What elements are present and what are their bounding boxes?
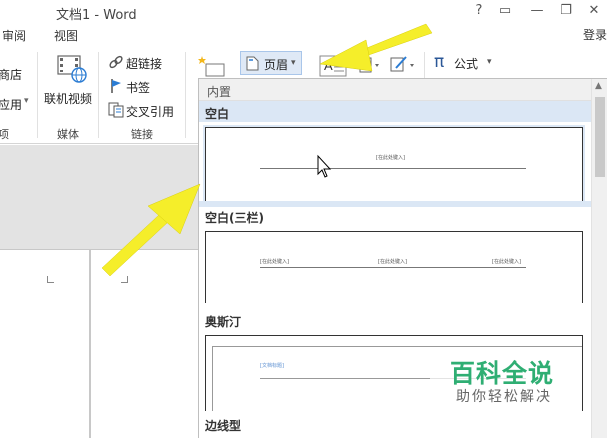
close-icon[interactable]: ✕ bbox=[583, 3, 605, 18]
my-apps-button[interactable]: 应用 bbox=[0, 96, 22, 113]
minimize-icon[interactable]: — bbox=[526, 3, 548, 18]
placeholder-text: [在此处键入] bbox=[376, 155, 405, 161]
header-dropdown-icon: ▾ bbox=[291, 58, 296, 68]
title-bar: 文档1 - Word ? ▭ — ❐ ✕ bbox=[0, 0, 607, 24]
gallery-item-title: 边线型 bbox=[205, 419, 242, 433]
header-page-icon bbox=[246, 56, 259, 71]
group-divider bbox=[37, 52, 38, 138]
equation-dropdown-icon[interactable]: ▾ bbox=[487, 57, 492, 67]
page-margin-corner bbox=[121, 276, 128, 283]
tab-review[interactable]: 审阅 bbox=[2, 27, 26, 44]
online-video-button[interactable]: 联机视频 bbox=[44, 90, 92, 107]
window-title: 文档1 - Word bbox=[56, 8, 137, 23]
cross-reference-button[interactable]: 交叉引用 bbox=[126, 103, 174, 120]
gallery-item-blank[interactable]: [在此处键入] bbox=[203, 125, 585, 204]
ribbon-display-options-icon[interactable]: ▭ bbox=[494, 3, 516, 18]
addins-group-label: 项 bbox=[0, 128, 9, 141]
gallery-item-highlight bbox=[199, 101, 591, 122]
equation-icon: π bbox=[434, 52, 445, 72]
gallery-category-label: 内置 bbox=[207, 85, 232, 99]
placeholder-text: [文档标题] bbox=[260, 363, 284, 369]
watermark-subtitle: 助你轻松解决 bbox=[456, 389, 552, 405]
gallery-item-title: 空白 bbox=[205, 107, 230, 121]
placeholder-text: [在此处键入] bbox=[378, 259, 407, 265]
gallery-item-title: 奥斯汀 bbox=[205, 315, 242, 329]
gallery-category-header: 内置 bbox=[199, 79, 591, 101]
tab-view[interactable]: 视图 bbox=[54, 27, 78, 44]
document-page[interactable] bbox=[0, 249, 90, 438]
placeholder-text: [在此处键入] bbox=[260, 259, 289, 265]
watermark-title: 百科全说 bbox=[450, 359, 555, 388]
gallery-item-title: 空白(三栏) bbox=[205, 211, 264, 225]
ribbon-tabs: 审阅 视图 登录 bbox=[0, 24, 607, 46]
my-apps-dropdown-icon[interactable]: ▾ bbox=[24, 96, 29, 106]
scroll-thumb[interactable] bbox=[595, 97, 605, 177]
group-divider bbox=[424, 52, 425, 80]
header-button[interactable]: 页眉 ▾ bbox=[240, 51, 302, 75]
svg-text:A: A bbox=[324, 58, 333, 73]
watermark: 百科全说 助你轻松解决 bbox=[430, 352, 580, 408]
links-group-label: 链接 bbox=[131, 128, 153, 141]
document-workspace bbox=[0, 145, 210, 438]
scroll-up-icon[interactable]: ▲ bbox=[595, 81, 602, 91]
group-divider bbox=[98, 52, 99, 138]
quick-parts-icon[interactable] bbox=[358, 56, 382, 78]
gallery-scrollbar[interactable]: ▲ bbox=[591, 79, 607, 438]
signature-line-icon[interactable] bbox=[388, 54, 418, 78]
gallery-item-highlight-bottom bbox=[199, 201, 591, 207]
document-page[interactable] bbox=[90, 249, 210, 438]
gallery-item-blank-three-columns[interactable]: [在此处键入] [在此处键入] [在此处键入] bbox=[205, 231, 583, 303]
group-divider bbox=[185, 52, 186, 138]
hyperlink-button[interactable]: 超链接 bbox=[126, 55, 162, 72]
header-rule bbox=[260, 267, 526, 268]
bookmark-icon bbox=[109, 78, 123, 98]
header-rule bbox=[260, 168, 526, 169]
media-group-label: 媒体 bbox=[57, 128, 79, 141]
restore-icon[interactable]: ❐ bbox=[555, 3, 577, 18]
help-icon[interactable]: ? bbox=[468, 3, 490, 18]
cross-reference-icon bbox=[108, 102, 124, 122]
equation-button[interactable]: 公式 bbox=[454, 55, 478, 72]
store-button[interactable]: 商店 bbox=[0, 66, 22, 83]
online-video-icon[interactable] bbox=[56, 54, 88, 84]
bookmark-button[interactable]: 书签 bbox=[126, 79, 150, 96]
sign-in-link[interactable]: 登录 bbox=[583, 26, 607, 43]
hyperlink-icon bbox=[108, 54, 124, 74]
header-button-label: 页眉 bbox=[264, 58, 289, 72]
page-margin-corner bbox=[47, 276, 54, 283]
placeholder-text: [在此处键入] bbox=[492, 259, 521, 265]
